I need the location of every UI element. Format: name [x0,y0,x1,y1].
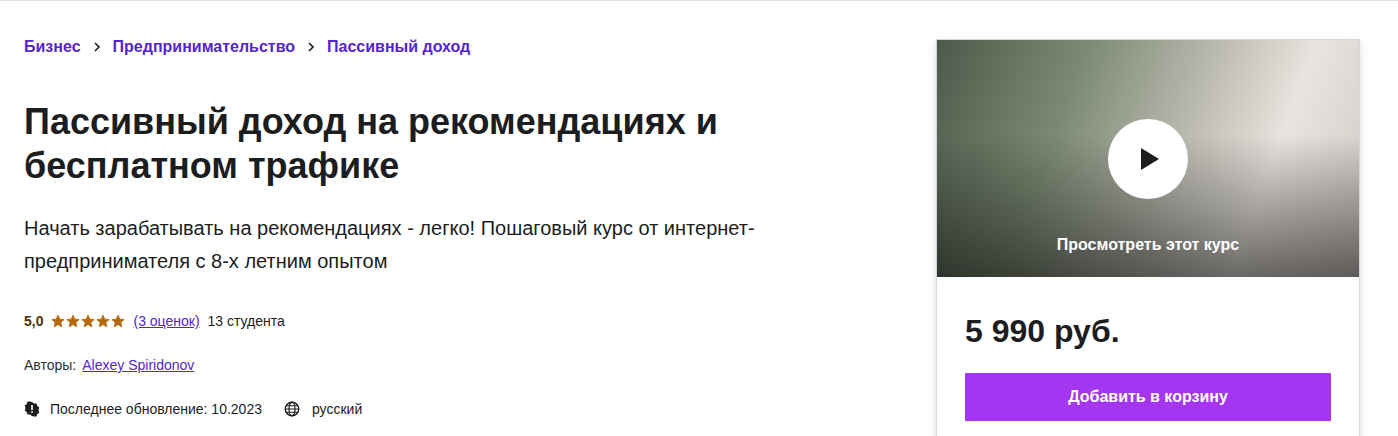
course-language: русский [312,399,362,419]
chevron-right-icon [91,41,103,53]
author-link[interactable]: Alexey Spiridonov [82,355,194,375]
play-icon [1132,143,1164,175]
preview-caption[interactable]: Просмотреть этот курс [1057,235,1239,255]
chevron-right-icon [305,41,317,53]
students-count: 13 студента [208,311,285,331]
authors-row: Авторы: Alexey Spiridonov [24,355,936,375]
last-updated: Последнее обновление: 10.2023 [50,399,262,419]
star-rating [51,314,125,328]
card-body: 5 990 руб. Добавить в корзину [937,277,1359,436]
star-icon [81,314,95,328]
course-price: 5 990 руб. [965,311,1331,351]
star-icon [96,314,110,328]
purchase-card: Просмотреть этот курс 5 990 руб. Добавить … [936,39,1360,436]
star-icon [51,314,65,328]
rating-row: 5,0 (3 оценок) 13 студента [24,311,936,331]
breadcrumb-item[interactable]: Бизнес [24,36,81,58]
authors-label: Авторы: [24,355,76,375]
breadcrumb: Бизнес Предпринимательство Пассивный доход [24,36,936,58]
course-preview[interactable]: Просмотреть этот курс [937,40,1359,277]
course-header: Бизнес Предпринимательство Пассивный доход… [0,1,936,436]
ratings-link[interactable]: (3 оценок) [133,311,199,331]
update-alert-icon [24,401,40,417]
course-title: Пассивный доход на рекомендациях и беспл… [24,100,824,188]
breadcrumb-item[interactable]: Предпринимательство [113,36,296,58]
course-subtitle: Начать зарабатывать на рекомендациях - л… [24,212,904,278]
globe-icon [284,401,300,417]
meta-row: Последнее обновление: 10.2023 русский [24,399,936,419]
add-to-cart-button[interactable]: Добавить в корзину [965,373,1331,421]
star-icon [111,314,125,328]
breadcrumb-item[interactable]: Пассивный доход [327,36,470,58]
play-button[interactable] [1108,119,1188,199]
star-icon [66,314,80,328]
rating-value: 5,0 [24,311,43,331]
